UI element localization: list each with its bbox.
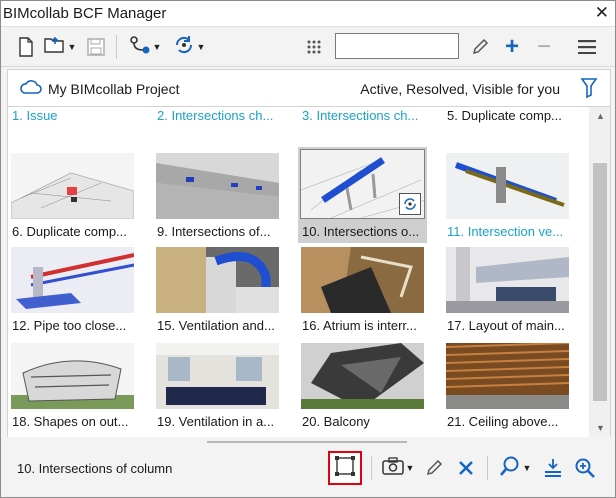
bcf-manager-window: BIMcollab BCF Manager ✕ ▼ ▼ ▼ + − My BIM…	[0, 0, 616, 498]
sync-button[interactable]: ▼	[171, 35, 207, 59]
issue-label: 9. Intersections of...	[157, 224, 271, 239]
hamburger-menu-icon[interactable]	[575, 35, 599, 59]
issue-thumbnail	[301, 247, 424, 313]
project-bar[interactable]: My BIMcollab Project Active, Resolved, V…	[7, 69, 611, 107]
chevron-down-icon: ▼	[405, 463, 415, 473]
remove-icon[interactable]: −	[533, 33, 555, 60]
chevron-down-icon: ▼	[522, 463, 532, 473]
chevron-down-icon: ▼	[196, 42, 206, 52]
scrollbar-thumb[interactable]	[593, 163, 607, 401]
issue-tile[interactable]: 11. Intersection ve...	[445, 153, 572, 245]
cloud-icon	[20, 79, 42, 100]
grid-view-icon[interactable]	[303, 35, 325, 59]
sync-icon	[173, 34, 195, 61]
issue-tile[interactable]: 20. Balcony	[300, 343, 427, 435]
issue-thumbnail	[446, 153, 569, 219]
window-title: BIMcollab BCF Manager	[3, 5, 167, 22]
issue-label: 1. Issue	[12, 108, 58, 123]
issue-thumbnail	[300, 149, 425, 219]
zoom-button[interactable]: ▼	[497, 455, 533, 481]
issue-tile[interactable]: 19. Ventilation in a...	[155, 343, 282, 435]
sync-badge-icon	[399, 193, 421, 215]
level-icon[interactable]	[541, 455, 565, 481]
toolbar-separator	[116, 35, 117, 59]
issue-tile[interactable]: 1. Issue	[10, 107, 137, 129]
connect-button[interactable]: ▼	[127, 35, 163, 59]
selected-issue-title: 10. Intersections of column	[17, 461, 173, 476]
issue-tile[interactable]: 5. Duplicate comp...	[445, 107, 572, 129]
issue-tile[interactable]: 18. Shapes on out...	[10, 343, 137, 435]
issue-label: 21. Ceiling above...	[447, 414, 559, 429]
area-select-button[interactable]	[328, 451, 362, 485]
add-icon[interactable]: +	[501, 33, 523, 60]
issue-thumbnail	[11, 247, 134, 313]
delete-x-icon[interactable]	[455, 455, 477, 481]
vertical-scrollbar[interactable]: ▲ ▼	[589, 107, 611, 437]
edit-pencil-icon[interactable]	[423, 455, 445, 481]
edit-pencil-icon[interactable]	[469, 35, 491, 59]
chevron-down-icon: ▼	[67, 42, 77, 52]
search-input[interactable]	[335, 33, 459, 59]
zoom-icon	[499, 455, 521, 482]
filter-icon[interactable]	[580, 77, 598, 104]
issue-tile[interactable]: 9. Intersections of...	[155, 153, 282, 245]
issue-tile[interactable]: 15. Ventilation and...	[155, 247, 282, 339]
issue-label: 19. Ventilation in a...	[157, 414, 275, 429]
issue-label: 5. Duplicate comp...	[447, 108, 562, 123]
issue-thumbnail	[156, 247, 279, 313]
scroll-up-icon[interactable]: ▲	[596, 111, 605, 121]
open-folder-button[interactable]: ▼	[43, 35, 77, 59]
issue-label: 20. Balcony	[302, 414, 370, 429]
issue-tile[interactable]: 12. Pipe too close...	[10, 247, 137, 339]
issue-thumbnail	[446, 343, 569, 409]
camera-button[interactable]: ▼	[379, 455, 417, 481]
toolbar-separator	[371, 456, 372, 480]
issue-label: 16. Atrium is interr...	[302, 318, 417, 333]
panel-splitter[interactable]	[207, 441, 407, 443]
connect-icon	[129, 35, 151, 60]
issue-tile[interactable]: 17. Layout of main...	[445, 247, 572, 339]
issue-grid: 1. Issue 2. Intersections ch... 3. Inter…	[7, 107, 589, 437]
issue-thumbnail	[11, 343, 134, 409]
chevron-down-icon: ▼	[152, 42, 162, 52]
save-icon[interactable]	[85, 35, 107, 59]
issue-label: 11. Intersection ve...	[447, 224, 564, 239]
issue-thumbnail	[156, 343, 279, 409]
scroll-down-icon[interactable]: ▼	[596, 423, 605, 433]
issue-tile[interactable]: 6. Duplicate comp...	[10, 153, 137, 245]
main-toolbar: ▼ ▼ ▼ + −	[1, 27, 615, 67]
issue-label: 3. Intersections ch...	[302, 108, 419, 123]
issue-thumbnail	[156, 153, 279, 219]
issue-label: 10. Intersections o...	[302, 224, 420, 239]
issue-tile[interactable]: 16. Atrium is interr...	[300, 247, 427, 339]
issue-label: 17. Layout of main...	[447, 318, 565, 333]
filter-summary: Active, Resolved, Visible for you	[360, 81, 560, 97]
issue-label: 6. Duplicate comp...	[12, 224, 127, 239]
issue-tile[interactable]: 3. Intersections ch...	[300, 107, 427, 129]
issue-label: 2. Intersections ch...	[157, 108, 274, 123]
issue-thumbnail	[301, 343, 424, 409]
title-bar: BIMcollab BCF Manager ✕	[1, 1, 615, 27]
camera-icon	[381, 456, 404, 480]
issue-tile[interactable]: 21. Ceiling above...	[445, 343, 572, 435]
issue-label: 18. Shapes on out...	[12, 414, 129, 429]
issue-thumbnail	[11, 153, 134, 219]
new-document-icon[interactable]	[15, 35, 37, 59]
bottom-toolbar: 10. Intersections of column ▼ ▼	[1, 447, 615, 497]
issue-thumbnail	[446, 247, 569, 313]
issue-tile-selected[interactable]: 10. Intersections o...	[298, 147, 427, 243]
issue-label: 15. Ventilation and...	[157, 318, 275, 333]
area-select-icon	[334, 455, 356, 482]
zoom-in-icon[interactable]	[573, 455, 597, 481]
toolbar-separator	[487, 456, 488, 480]
close-icon[interactable]: ✕	[595, 3, 609, 23]
issue-label: 12. Pipe too close...	[12, 318, 127, 333]
open-folder-icon	[43, 36, 66, 59]
project-name: My BIMcollab Project	[48, 81, 180, 97]
issue-tile[interactable]: 2. Intersections ch...	[155, 107, 282, 129]
